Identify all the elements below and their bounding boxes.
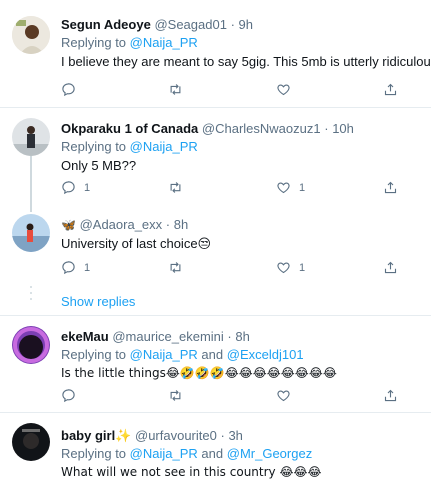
tweet-okparaku[interactable]: Okparaku 1 of Canada @CharlesNwaozuz1 · … [0, 108, 431, 204]
reply-button[interactable] [61, 82, 84, 97]
avatar[interactable] [12, 214, 50, 252]
tweet-text: What will we not see in this country 😂😂😂 [61, 465, 322, 479]
reply-icon [61, 82, 76, 97]
tweet-ekemau[interactable]: ekeMau @maurice_ekemini · 8h Replying to… [0, 316, 431, 412]
like-icon [276, 82, 291, 97]
replying-to-and: and [201, 347, 224, 362]
author-name[interactable]: 🦋 [61, 218, 76, 232]
tweet-text: University of last choice😒 [61, 236, 212, 251]
like-button[interactable]: 1 [276, 180, 305, 195]
author-handle[interactable]: @Seagad01 [154, 17, 226, 32]
reply-count: 1 [84, 261, 91, 274]
like-count: 1 [299, 261, 306, 274]
tweet-actions [61, 82, 401, 100]
like-button[interactable] [276, 388, 299, 403]
tweet-text: I believe they are meant to say 5gig. Th… [61, 54, 431, 69]
tweet-text: Is the little things😂🤣🤣🤣😂😂😂😂😂😂😂😂 [61, 366, 337, 380]
thread-dots [29, 286, 33, 304]
timestamp[interactable]: 8h [235, 329, 249, 344]
replying-to-and: and [201, 446, 224, 461]
like-icon [276, 180, 291, 195]
author-name[interactable]: Segun Adeoye [61, 17, 151, 32]
share-icon [383, 260, 398, 275]
replying-to: Replying to @Naija_PR and @Exceldj101 [61, 345, 421, 364]
tweet-header: Segun Adeoye @Seagad01 · 9h [61, 17, 253, 32]
replying-to-label: Replying to [61, 35, 127, 50]
reply-button[interactable]: 1 [61, 260, 90, 275]
tweet-actions: 1 1 [61, 260, 401, 278]
timestamp[interactable]: 10h [332, 121, 354, 136]
reply-button[interactable] [61, 388, 84, 403]
like-button[interactable] [276, 82, 299, 97]
mention-link[interactable]: @Naija_PR [130, 139, 198, 154]
share-button[interactable] [383, 260, 398, 275]
reply-button[interactable]: 1 [61, 180, 90, 195]
tweet-header: Okparaku 1 of Canada @CharlesNwaozuz1 · … [61, 121, 354, 136]
retweet-button[interactable] [168, 388, 191, 403]
replying-to: Replying to @Naija_PR and @Mr_Georgez [61, 444, 421, 463]
author-name[interactable]: baby girl✨ [61, 428, 131, 443]
share-icon [383, 82, 398, 97]
tweet-actions [61, 388, 401, 406]
mention-link[interactable]: @Exceldj101 [227, 347, 304, 362]
avatar[interactable] [12, 118, 50, 156]
tweet-header: ekeMau @maurice_ekemini · 8h [61, 329, 250, 344]
share-button[interactable] [383, 388, 398, 403]
timestamp[interactable]: 8h [174, 217, 188, 232]
replying-to: Replying to @Naija_PR [61, 137, 421, 156]
avatar[interactable] [12, 16, 50, 54]
like-icon [276, 388, 291, 403]
share-icon [383, 388, 398, 403]
replying-to-label: Replying to [61, 139, 127, 154]
reply-count: 1 [84, 181, 91, 194]
tweet-header: 🦋 @Adaora_exx · 8h [61, 217, 189, 232]
tweet-babygirl[interactable]: baby girl✨ @urfavourite0 · 3h Replying t… [0, 413, 431, 498]
reply-icon [61, 180, 76, 195]
author-name[interactable]: Okparaku 1 of Canada [61, 121, 198, 136]
mention-link[interactable]: @Mr_Georgez [227, 446, 312, 461]
like-button[interactable]: 1 [276, 260, 305, 275]
replying-to-label: Replying to [61, 446, 127, 461]
mention-link[interactable]: @Naija_PR [130, 347, 198, 362]
author-handle[interactable]: @Adaora_exx [80, 217, 163, 232]
timestamp[interactable]: 3h [228, 428, 242, 443]
author-handle[interactable]: @maurice_ekemini [112, 329, 223, 344]
like-count: 1 [299, 181, 306, 194]
mention-link[interactable]: @Naija_PR [130, 446, 198, 461]
retweet-button[interactable] [168, 260, 191, 275]
show-replies-link[interactable]: Show replies [61, 294, 135, 309]
retweet-icon [168, 82, 183, 97]
mention-link[interactable]: @Naija_PR [130, 35, 198, 50]
retweet-button[interactable] [168, 180, 191, 195]
share-button[interactable] [383, 180, 398, 195]
like-icon [276, 260, 291, 275]
share-icon [383, 180, 398, 195]
avatar[interactable] [12, 326, 50, 364]
tweet-text: Only 5 MB?? [61, 158, 137, 173]
author-name[interactable]: ekeMau [61, 329, 109, 344]
tweet-header: baby girl✨ @urfavourite0 · 3h [61, 428, 243, 443]
tweet-adaora[interactable]: 🦋 @Adaora_exx · 8h University of last ch… [0, 204, 431, 284]
tweet-actions: 1 1 [61, 180, 401, 198]
timestamp[interactable]: 9h [239, 17, 253, 32]
reply-icon [61, 260, 76, 275]
retweet-button[interactable] [168, 82, 191, 97]
reply-icon [61, 388, 76, 403]
replying-to-label: Replying to [61, 347, 127, 362]
author-handle[interactable]: @CharlesNwaozuz1 [202, 121, 321, 136]
retweet-icon [168, 260, 183, 275]
replying-to: Replying to @Naija_PR [61, 33, 421, 52]
tweet-segun[interactable]: Segun Adeoye @Seagad01 · 9h Replying to … [0, 0, 431, 107]
avatar[interactable] [12, 423, 50, 461]
retweet-icon [168, 388, 183, 403]
retweet-icon [168, 180, 183, 195]
share-button[interactable] [383, 82, 398, 97]
author-handle[interactable]: @urfavourite0 [135, 428, 217, 443]
